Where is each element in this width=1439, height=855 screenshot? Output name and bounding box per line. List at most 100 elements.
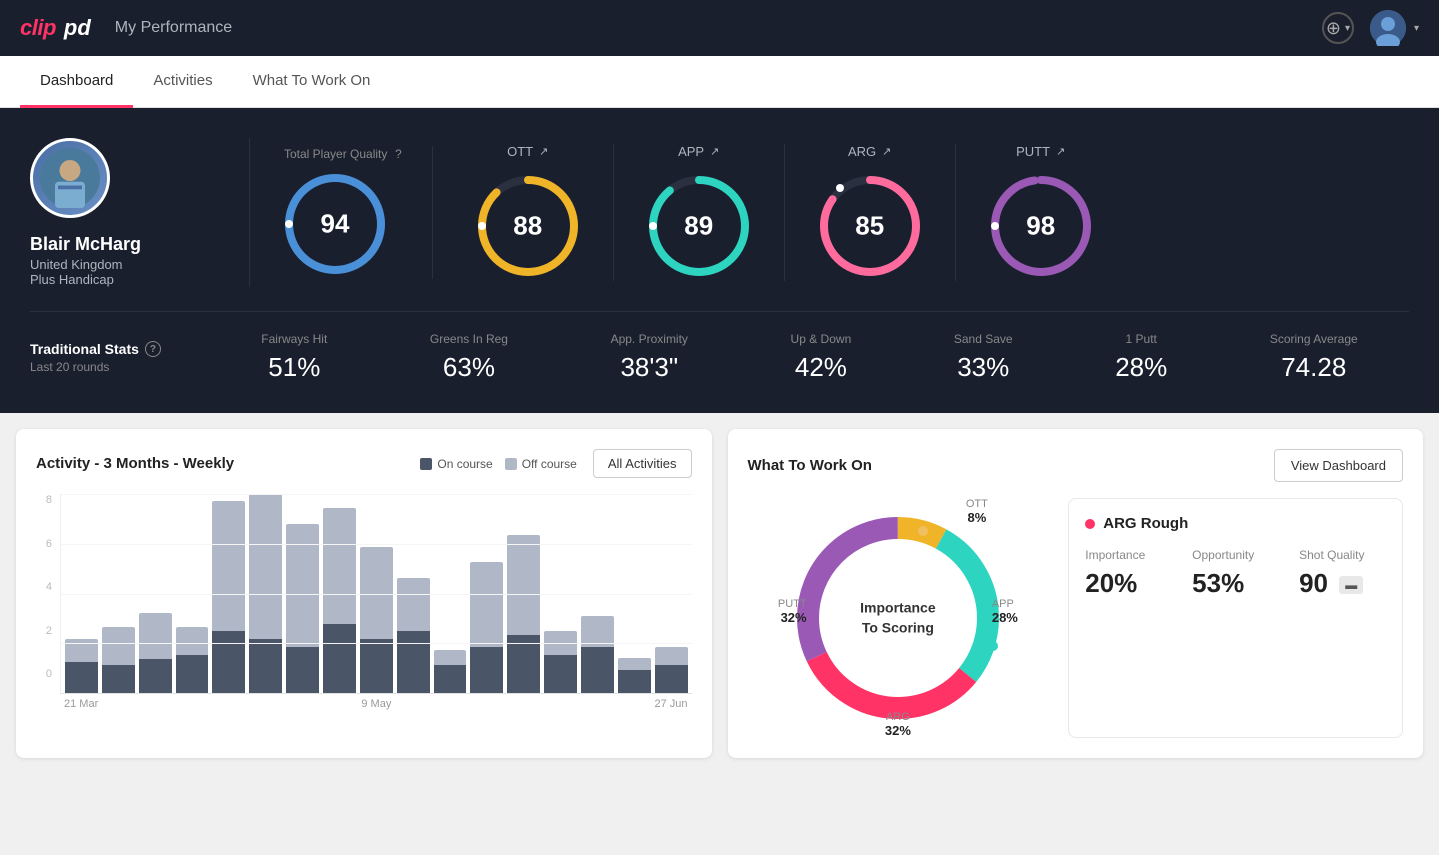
bar-off-course	[544, 631, 577, 655]
opportunity-value: 53%	[1192, 568, 1279, 599]
y-label-8: 8	[46, 494, 52, 506]
logo-clip: pd	[64, 15, 91, 41]
ott-seg-label: OTT	[966, 498, 988, 510]
view-dashboard-button[interactable]: View Dashboard	[1274, 449, 1403, 482]
ott-circle: 88	[473, 171, 583, 281]
stat-scoring: Scoring Average 74.28	[1270, 332, 1358, 383]
bars-container	[65, 494, 688, 693]
activity-controls: On course Off course All Activities	[420, 449, 691, 478]
bar-on-course	[212, 631, 245, 693]
info-card: ARG Rough Importance 20% Opportunity 53%…	[1068, 498, 1403, 738]
user-menu[interactable]: ▾	[1370, 10, 1419, 46]
bar-on-course	[286, 647, 319, 693]
bar-group	[139, 494, 172, 693]
bar-group	[102, 494, 135, 693]
y-axis: 8 6 4 2 0	[36, 494, 56, 680]
tab-dashboard[interactable]: Dashboard	[20, 56, 133, 108]
tab-what-to-work-on[interactable]: What To Work On	[233, 56, 391, 108]
activity-header: Activity - 3 Months - Weekly On course O…	[36, 449, 692, 478]
avatar[interactable]	[1370, 10, 1406, 46]
trad-stats-items: Fairways Hit 51% Greens In Reg 63% App. …	[210, 332, 1409, 383]
arg-seg-label: ARG	[885, 711, 911, 723]
bar-group	[507, 494, 540, 693]
x-axis: 21 Mar 9 May 27 Jun	[60, 694, 692, 710]
activity-title: Activity - 3 Months - Weekly	[36, 455, 234, 472]
stat-1putt: 1 Putt 28%	[1115, 332, 1167, 383]
bottom-panels: Activity - 3 Months - Weekly On course O…	[0, 413, 1439, 774]
stat-1putt-label: 1 Putt	[1115, 332, 1167, 346]
shot-quality-value: 90 ▬	[1299, 568, 1386, 599]
bar-on-course	[507, 635, 540, 693]
bar-off-course	[655, 647, 688, 665]
chart-wrapper: 8 6 4 2 0	[36, 494, 692, 710]
seg-label-app: APP 28%	[992, 598, 1018, 625]
x-label-jun: 27 Jun	[654, 698, 687, 710]
bar-on-course	[139, 659, 172, 693]
ott-value: 88	[513, 211, 542, 242]
logo-text: clip	[20, 15, 56, 41]
bar-off-course	[212, 501, 245, 631]
bar-on-course	[65, 662, 98, 693]
stat-fairways: Fairways Hit 51%	[261, 332, 327, 383]
score-card-app: APP ↗ 89	[614, 144, 785, 281]
info-metric-opportunity: Opportunity 53%	[1192, 548, 1279, 599]
y-label-4: 4	[46, 581, 52, 593]
stat-greens: Greens In Reg 63%	[430, 332, 508, 383]
activity-panel: Activity - 3 Months - Weekly On course O…	[16, 429, 712, 758]
add-icon[interactable]: ⊕▾	[1322, 12, 1354, 44]
wtwon-title: What To Work On	[748, 457, 872, 474]
importance-label: Importance	[1085, 548, 1172, 562]
putt-value: 98	[1026, 211, 1055, 242]
bar-on-course	[323, 624, 356, 693]
bar-off-course	[65, 639, 98, 662]
quality-help-icon[interactable]: ?	[395, 147, 402, 161]
bar-group	[212, 494, 245, 693]
header-left: clippd My Performance	[20, 15, 232, 41]
chart-inner: 21 Mar 9 May 27 Jun	[60, 494, 692, 710]
stat-greens-value: 63%	[430, 352, 508, 383]
chart-legend: On course Off course	[420, 457, 577, 471]
main-score-circle: 94	[280, 169, 390, 279]
bar-on-course	[655, 665, 688, 693]
player-avatar	[30, 138, 110, 218]
stat-updown-value: 42%	[791, 352, 852, 383]
score-card-putt: PUTT ↗ 98	[956, 144, 1126, 281]
stat-sandsave: Sand Save 33%	[954, 332, 1013, 383]
trad-help-icon[interactable]: ?	[145, 341, 161, 357]
y-label-0: 0	[46, 668, 52, 680]
donut-wrap: ImportanceTo Scoring OTT 8% APP 28%	[778, 498, 1018, 738]
info-metric-importance: Importance 20%	[1085, 548, 1172, 599]
bar-group	[249, 494, 282, 693]
stat-updown: Up & Down 42%	[791, 332, 852, 383]
ott-label: OTT ↗	[507, 144, 548, 159]
bar-group	[581, 494, 614, 693]
app-circle: 89	[644, 171, 754, 281]
bar-on-course	[544, 655, 577, 693]
chart-bars	[60, 494, 692, 694]
bar-off-course	[360, 547, 393, 639]
score-card-arg: ARG ↗ 85	[785, 144, 956, 281]
info-metrics: Importance 20% Opportunity 53% Shot Qual…	[1085, 548, 1386, 599]
app-seg-label: APP	[992, 598, 1018, 610]
bar-group	[434, 494, 467, 693]
nav-tabs: Dashboard Activities What To Work On	[0, 56, 1439, 108]
arg-trend-icon: ↗	[882, 145, 891, 158]
stat-greens-label: Greens In Reg	[430, 332, 508, 346]
bar-on-course	[249, 639, 282, 693]
player-country: United Kingdom	[30, 257, 123, 272]
arg-circle: 85	[815, 171, 925, 281]
tab-activities[interactable]: Activities	[133, 56, 232, 108]
bar-on-course	[102, 665, 135, 693]
bar-on-course	[397, 631, 430, 693]
bar-off-course	[323, 508, 356, 624]
stat-proximity-label: App. Proximity	[611, 332, 688, 346]
arg-label: ARG ↗	[848, 144, 891, 159]
bar-on-course	[618, 670, 651, 693]
ott-trend-icon: ↗	[539, 145, 548, 158]
header-right: ⊕▾ ▾	[1322, 10, 1419, 46]
all-activities-button[interactable]: All Activities	[593, 449, 692, 478]
bar-group	[618, 494, 651, 693]
ott-seg-pct: 8%	[966, 510, 988, 525]
app-value: 89	[684, 211, 713, 242]
shot-quality-label: Shot Quality	[1299, 548, 1386, 562]
